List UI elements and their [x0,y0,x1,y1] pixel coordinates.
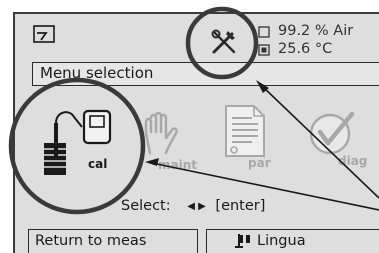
annotation-circle-cal [8,77,146,215]
annotation-circle-service [185,6,259,80]
annotation-pointer-1 [261,85,379,199]
annotation-pointer-2 [151,162,379,211]
annotation-overlay [8,6,379,215]
annotation-arrowhead-2 [145,158,159,166]
